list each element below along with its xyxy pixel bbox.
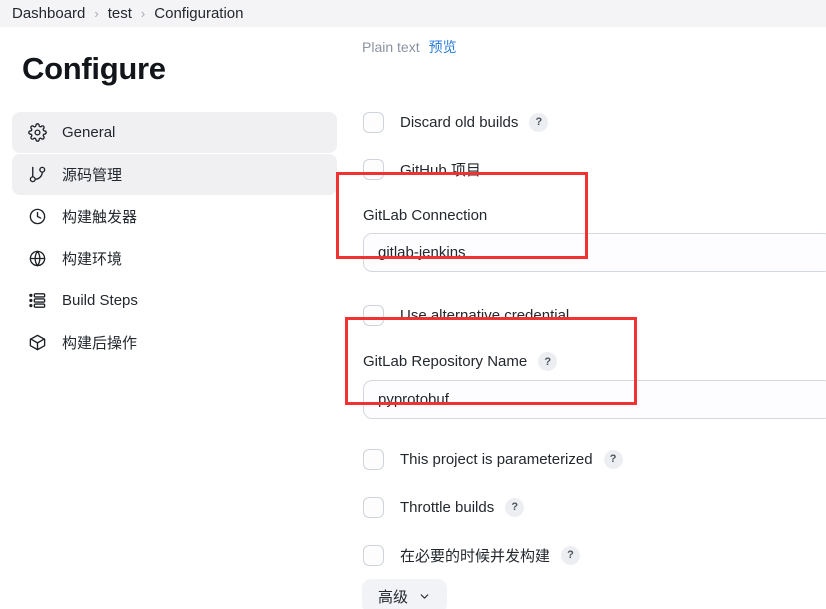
advanced-button[interactable]: 高级 xyxy=(362,579,448,609)
git-branch-icon xyxy=(26,164,48,186)
gitlab-connection-label: GitLab Connection xyxy=(363,207,488,224)
gitlab-repository-name-label-text: GitLab Repository Name xyxy=(363,353,528,370)
clock-icon xyxy=(26,206,48,228)
breadcrumb-separator: › xyxy=(140,6,146,21)
sidebar-nav: General 源码管理 构建触发器 构建环境 Build Steps 构建后操… xyxy=(12,112,337,364)
globe-icon xyxy=(26,248,48,270)
config-form: Plain text 预览 Discard old builds ? GitHu… xyxy=(350,27,826,609)
checkbox-label: Discard old builds xyxy=(400,113,519,131)
package-icon xyxy=(26,332,48,354)
sidebar-item-post-build-actions[interactable]: 构建后操作 xyxy=(12,322,337,363)
breadcrumb-item-configuration[interactable]: Configuration xyxy=(154,6,243,21)
gear-icon xyxy=(26,122,48,144)
plain-text-toggle-row: Plain text 预览 xyxy=(362,37,457,57)
list-icon xyxy=(26,290,48,312)
checkbox-row-discard-old-builds[interactable]: Discard old builds ? xyxy=(363,111,549,133)
checkbox-row-concurrent-builds[interactable]: 在必要的时候并发构建 ? xyxy=(363,544,581,566)
breadcrumb-item-dashboard[interactable]: Dashboard xyxy=(12,6,85,21)
checkbox-label: 在必要的时候并发构建 xyxy=(400,547,551,565)
plain-text-label[interactable]: Plain text xyxy=(362,39,420,55)
checkbox-row-use-alternative-credential[interactable]: Use alternative credential xyxy=(363,304,569,326)
sidebar-item-label: 源码管理 xyxy=(62,167,123,184)
sidebar: Configure General 源码管理 构建触发器 构建环境 Build … xyxy=(0,27,350,609)
sidebar-item-build-steps[interactable]: Build Steps xyxy=(12,280,337,321)
configure-page: Dashboard › test › Configuration Configu… xyxy=(0,0,826,609)
breadcrumb-bar: Dashboard › test › Configuration xyxy=(0,0,826,27)
gitlab-repository-name-input[interactable]: pyprotobuf xyxy=(363,380,826,419)
page-title: Configure xyxy=(22,51,166,86)
help-icon[interactable]: ? xyxy=(505,497,525,517)
sidebar-item-build-triggers[interactable]: 构建触发器 xyxy=(12,196,337,237)
gitlab-repository-name-label: GitLab Repository Name ? xyxy=(363,352,826,371)
gitlab-connection-field: GitLab Connection gitlab-jenkins xyxy=(363,207,826,272)
checkbox-row-throttle-builds[interactable]: Throttle builds ? xyxy=(363,496,525,518)
help-icon[interactable]: ? xyxy=(603,449,623,469)
checkbox-label: Throttle builds xyxy=(400,498,495,516)
sidebar-item-source-code-management[interactable]: 源码管理 xyxy=(12,154,337,195)
sidebar-item-label: 构建环境 xyxy=(62,251,123,268)
advanced-button-label: 高级 xyxy=(378,588,409,606)
concurrent-builds-checkbox[interactable] xyxy=(363,544,384,566)
sidebar-item-label: General xyxy=(62,124,116,141)
sidebar-item-build-environment[interactable]: 构建环境 xyxy=(12,238,337,279)
discard-old-builds-checkbox[interactable] xyxy=(363,111,384,133)
checkbox-label: Use alternative credential xyxy=(400,306,570,324)
throttle-builds-checkbox[interactable] xyxy=(363,496,384,518)
breadcrumb-item-test[interactable]: test xyxy=(108,6,132,21)
gitlab-repository-name-field: GitLab Repository Name ? pyprotobuf xyxy=(363,352,826,419)
chevron-down-icon xyxy=(418,590,431,603)
gitlab-connection-input[interactable]: gitlab-jenkins xyxy=(363,233,826,272)
breadcrumb-separator: › xyxy=(94,6,99,21)
sidebar-item-label: 构建触发器 xyxy=(62,209,138,226)
preview-link[interactable]: 预览 xyxy=(429,37,457,57)
checkbox-row-github-project[interactable]: GitHub 项目 xyxy=(363,158,481,180)
sidebar-item-general[interactable]: General xyxy=(12,112,337,153)
use-alternative-credential-checkbox[interactable] xyxy=(363,304,384,326)
help-icon[interactable]: ? xyxy=(529,112,549,132)
sidebar-item-label: Build Steps xyxy=(62,292,138,309)
help-icon[interactable]: ? xyxy=(561,545,581,565)
checkbox-label: GitHub 项目 xyxy=(400,161,481,179)
checkbox-row-project-parameterized[interactable]: This project is parameterized ? xyxy=(363,448,623,470)
help-icon[interactable]: ? xyxy=(538,352,558,371)
github-project-checkbox[interactable] xyxy=(363,158,384,180)
project-parameterized-checkbox[interactable] xyxy=(363,448,384,470)
sidebar-item-label: 构建后操作 xyxy=(62,335,138,352)
checkbox-label: This project is parameterized xyxy=(400,450,593,468)
